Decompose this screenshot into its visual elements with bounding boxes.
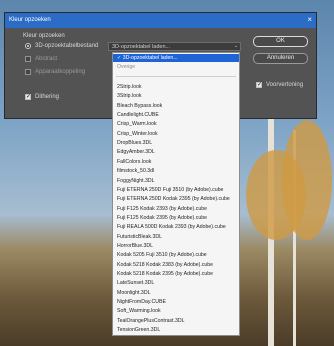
dropdown-item[interactable]: LateSunset.3DL — [117, 280, 154, 286]
dropdown-item[interactable]: FoggyNight.3DL — [117, 178, 155, 184]
close-icon[interactable]: × — [307, 15, 312, 25]
dropdown-item[interactable]: Kodak 5218 Kodak 2395 (by Adobe).cube — [117, 271, 213, 277]
lut-file-select[interactable]: 3D-opzoektabel laden... ⌄ — [108, 42, 241, 51]
dropdown-selected-label: ✓ 3D-opzoektabel laden... — [117, 55, 178, 61]
dropdown-item[interactable]: Moonlight.3DL — [117, 290, 150, 296]
dropdown-item[interactable]: Fuji F125 Kodak 2395 (by Adobe).cube — [117, 215, 207, 221]
group-label: Kleur opzoeken — [23, 33, 65, 39]
dropdown-selected-item[interactable]: ✓ 3D-opzoektabel laden... — [113, 54, 239, 62]
dropdown-other-header: Overige — [117, 64, 136, 70]
dropdown-item[interactable]: HorrorBlue.3DL — [117, 243, 153, 249]
dropdown-item[interactable]: Fuji ETERNA 250D Fuji 3510 (by Adobe).cu… — [117, 187, 223, 193]
lut-file-select-value: 3D-opzoektabel laden... — [112, 44, 171, 50]
dropdown-item[interactable]: Crisp_Winter.look — [117, 131, 158, 137]
dropdown-item[interactable]: Kodak 5218 Kodak 2383 (by Adobe).cube — [117, 262, 213, 268]
dialog-titlebar: Kleur opzoeken × — [5, 13, 316, 28]
ok-button[interactable]: OK — [253, 36, 308, 47]
dropdown-item[interactable]: DropBlues.3DL — [117, 140, 152, 146]
dropdown-item[interactable]: Crisp_Warm.look — [117, 121, 157, 127]
dropdown-item[interactable]: TensionGreen.3DL — [117, 327, 160, 333]
checkbox-abstract[interactable] — [25, 56, 31, 62]
checkbox-preview[interactable] — [256, 81, 262, 88]
dropdown-item[interactable]: Kodak 5205 Fuji 3510 (by Adobe).cube — [117, 252, 207, 258]
chevron-down-icon: ⌄ — [233, 43, 238, 49]
dropdown-item[interactable]: Fuji ETERNA 250D Kodak 2395 (by Adobe).c… — [117, 196, 230, 202]
dropdown-item[interactable]: Candlelight.CUBE — [117, 112, 159, 118]
checkbox-dithering[interactable] — [25, 93, 31, 100]
lut-dropdown-list[interactable]: ✓ 3D-opzoektabel laden... Overige 2Strip… — [112, 52, 240, 336]
dropdown-item[interactable]: 3Strip.look — [117, 93, 142, 99]
dropdown-item[interactable]: Fuji REALA 500D Kodak 2393 (by Adobe).cu… — [117, 224, 226, 230]
dropdown-item[interactable]: 2Strip.look — [117, 84, 142, 90]
dropdown-item[interactable]: Fuji F125 Kodak 2393 (by Adobe).cube — [117, 206, 207, 212]
preview-label: Voorvertoning — [266, 82, 304, 88]
dropdown-item[interactable]: TealOrangePlusContrast.3DL — [117, 318, 184, 324]
radio-3d-lut-file[interactable] — [25, 43, 31, 49]
dropdown-separator — [116, 76, 236, 77]
dropdown-item[interactable]: Soft_Warming.look — [117, 308, 161, 314]
dropdown-item[interactable]: EdgyAmber.3DL — [117, 149, 155, 155]
dropdown-item[interactable]: FallColors.look — [117, 159, 151, 165]
abstract-label: Abstract — [35, 56, 58, 62]
tree-foliage-2 — [282, 120, 332, 240]
radio-3d-lut-file-label: 3D-opzoektabelbestand — [35, 43, 99, 49]
dithering-label: Dithering — [35, 94, 60, 100]
dropdown-item[interactable]: filmstock_50.3dl — [117, 168, 154, 174]
dialog-title: Kleur opzoeken — [9, 17, 51, 23]
cancel-button[interactable]: Annuleren — [253, 53, 308, 64]
device-link-label: Apparaatkoppeling — [35, 69, 86, 75]
dropdown-item[interactable]: FuturisticBleak.3DL — [117, 234, 162, 240]
checkbox-device-link[interactable] — [25, 69, 31, 75]
dropdown-item[interactable]: Bleach Bypass.look — [117, 103, 162, 109]
dropdown-item[interactable]: NightFromDay.CUBE — [117, 299, 166, 305]
